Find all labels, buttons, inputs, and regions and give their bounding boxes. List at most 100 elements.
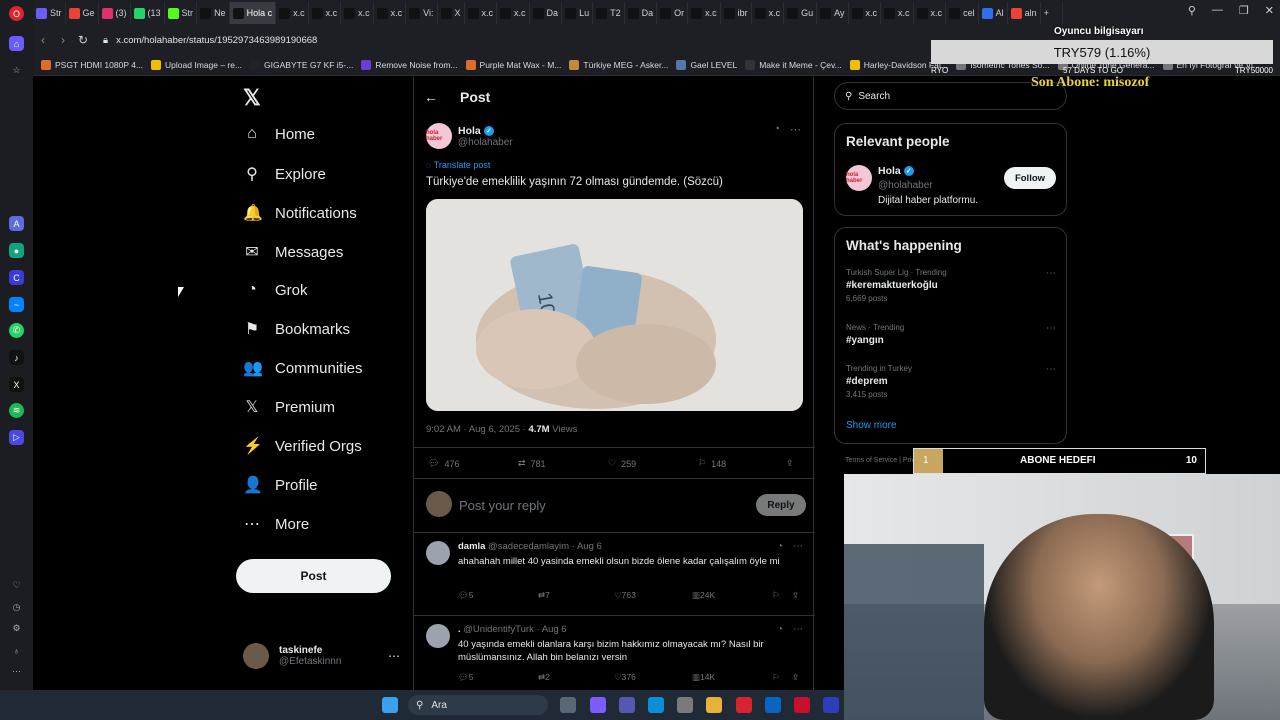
reply-item[interactable]: . @UnidentifyTurk · Aug 6 ◔ ⋯ 40 yaşında em…	[414, 615, 815, 690]
post-author[interactable]: hola haber Hola ✓ @holahaber	[426, 123, 513, 149]
more-options-icon[interactable]: ⋯	[790, 123, 801, 136]
browser-tab[interactable]: x.c	[276, 2, 309, 24]
messenger-icon[interactable]: ~	[9, 297, 24, 312]
show-more-link[interactable]: Show more	[846, 420, 897, 431]
browser-tab[interactable]: (3)	[99, 2, 131, 24]
browser-tab[interactable]: x.c	[374, 2, 407, 24]
copilot-icon[interactable]	[590, 697, 606, 713]
views-action[interactable]: ▥ 24K	[692, 590, 715, 601]
avatar[interactable]	[426, 541, 450, 565]
bookmark-item[interactable]: Make it Meme - Çev...	[745, 59, 842, 70]
browser-tab[interactable]: aln	[1008, 2, 1041, 24]
nav-item-verified-orgs[interactable]: ⚡ Verified Orgs	[243, 436, 362, 456]
like-action[interactable]: ♡ 763	[614, 590, 636, 601]
opera-logo-icon[interactable]: O	[9, 6, 24, 21]
history-icon[interactable]: ◷	[9, 600, 24, 615]
trend-item[interactable]: Turkish Super Lig · Trending #keremaktuer…	[846, 268, 1056, 303]
x-icon[interactable]: X	[9, 377, 24, 392]
settings-icon[interactable]: ⚙	[9, 621, 24, 636]
new-tab-button[interactable]: +	[1041, 2, 1063, 24]
tiktok-icon[interactable]: ♪	[9, 350, 24, 365]
heart-icon[interactable]: ♡	[9, 578, 24, 593]
browser-tab[interactable]: x.c	[309, 2, 342, 24]
repost-action[interactable]: ⇄ 7	[538, 590, 550, 601]
repost-action[interactable]: ⇄ 2	[538, 672, 550, 683]
player-icon[interactable]: ▷	[9, 430, 24, 445]
browser-tab[interactable]: x.c	[497, 2, 530, 24]
browser-tab[interactable]: Da	[530, 2, 563, 24]
minimize-icon[interactable]: —	[1212, 4, 1223, 17]
reply-author[interactable]: damla @sadecedamlayim · Aug 6	[458, 541, 602, 552]
browser-tab[interactable]: Al	[979, 2, 1008, 24]
post-button[interactable]: Post	[236, 559, 391, 593]
browser-tab[interactable]: Or	[657, 2, 689, 24]
like-stat[interactable]: ♡ 259	[608, 458, 636, 469]
app-l-icon[interactable]	[823, 697, 839, 713]
account-more-icon[interactable]: ⋯	[388, 649, 400, 663]
edge-icon[interactable]	[648, 697, 664, 713]
nav-item-profile[interactable]: 👤 Profile	[243, 475, 318, 495]
outlook-icon[interactable]	[765, 697, 781, 713]
reply-stat[interactable]: 💬︎ 476	[428, 458, 459, 469]
browser-tab[interactable]: x.c	[688, 2, 721, 24]
browser-tab[interactable]: Hola c	[229, 2, 277, 24]
reply-item[interactable]: damla @sadecedamlayim · Aug 6 ◔ ⋯ ahahahah …	[414, 532, 815, 615]
browser-tab[interactable]: Ge	[66, 2, 99, 24]
nav-item-premium[interactable]: 𝕏 Premium	[243, 397, 335, 417]
trend-item[interactable]: Trending in Turkey #deprem 3,415 posts ⋯	[846, 364, 1056, 399]
browser-tab[interactable]: Str	[165, 2, 198, 24]
search-tabs-icon[interactable]: ⚲	[1188, 4, 1196, 17]
nav-item-more[interactable]: ⋯ More	[243, 514, 309, 534]
browser-tab[interactable]: x.c	[881, 2, 914, 24]
spotify-icon[interactable]: ≋	[9, 403, 24, 418]
chatgpt-icon[interactable]: ●	[9, 243, 24, 258]
browser-tab[interactable]: ibr	[721, 2, 752, 24]
back-icon[interactable]: ‹	[33, 33, 53, 47]
nav-item-communities[interactable]: 👥 Communities	[243, 358, 363, 378]
bookmark-item[interactable]: Gael LEVEL	[676, 59, 737, 70]
task-view-icon[interactable]	[560, 697, 576, 713]
share-icon[interactable]: ⇪	[792, 590, 799, 601]
grok-icon[interactable]: ◔	[773, 123, 780, 136]
teams-icon[interactable]	[619, 697, 635, 713]
reload-icon[interactable]: ↻	[73, 33, 93, 47]
grok-icon[interactable]: ◔	[777, 541, 783, 552]
reply-action[interactable]: 💬︎ 5	[458, 672, 474, 683]
follow-button[interactable]: Follow	[1004, 167, 1056, 189]
browser-tab[interactable]: Lu	[562, 2, 594, 24]
nav-item-bookmarks[interactable]: ⚑ Bookmarks	[243, 319, 350, 339]
avatar[interactable]: hola haber	[846, 165, 872, 191]
bookmark-item[interactable]: PSGT HDMI 1080P 4...	[41, 59, 143, 70]
person-name[interactable]: Hola	[878, 165, 901, 177]
whatsapp-icon[interactable]: ✆	[9, 323, 24, 338]
back-arrow-icon[interactable]: ←	[424, 89, 438, 105]
reply-button[interactable]: Reply	[756, 494, 806, 516]
browser-tab[interactable]: Ne	[197, 2, 230, 24]
bookmark-icon[interactable]: ⚐	[772, 590, 780, 601]
browser-tab[interactable]: x.c	[849, 2, 882, 24]
reply-author[interactable]: . @UnidentifyTurk · Aug 6	[458, 624, 567, 635]
browser-tab[interactable]: Ay	[817, 2, 849, 24]
more-options-icon[interactable]: ⋯	[1046, 268, 1056, 279]
nav-item-grok[interactable]: ◔ Grok	[243, 281, 307, 299]
browser-tab[interactable]: Vi:	[406, 2, 438, 24]
star-icon[interactable]: ☆	[9, 63, 24, 78]
browser-tab[interactable]: cel	[946, 2, 979, 24]
maximize-icon[interactable]: ❐	[1239, 4, 1249, 17]
bookmark-icon[interactable]: ⚐	[772, 672, 780, 683]
nav-item-notifications[interactable]: 🔔 Notifications	[243, 203, 357, 223]
more-options-icon[interactable]: ⋯	[793, 541, 803, 552]
windows-start-icon[interactable]	[382, 697, 398, 713]
store-icon[interactable]	[677, 697, 693, 713]
repost-stat[interactable]: ⇄ 781	[518, 458, 546, 469]
bookmark-item[interactable]: GIGABYTE G7 KF i5-...	[250, 59, 353, 70]
more-options-icon[interactable]: ⋯	[1046, 323, 1056, 334]
account-switcher[interactable]: taskinefe @Efetaskinnn	[243, 643, 341, 669]
browser-tab[interactable]: T2	[593, 2, 625, 24]
browser-tab[interactable]: X	[438, 2, 465, 24]
more-icon[interactable]: ⋯	[9, 664, 24, 679]
share-icon[interactable]: ⇪	[786, 458, 794, 469]
grok-icon[interactable]: ◔	[777, 624, 783, 635]
browser-tab[interactable]: x.c	[341, 2, 374, 24]
browser-tab[interactable]: Da	[625, 2, 658, 24]
